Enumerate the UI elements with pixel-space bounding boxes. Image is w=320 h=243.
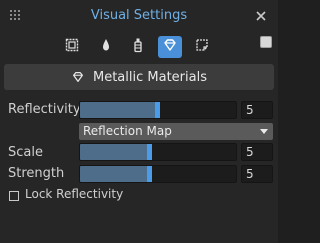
scale-label: Scale (8, 145, 43, 160)
strength-slider[interactable] (79, 165, 237, 183)
slider-fill (80, 144, 150, 160)
title-bar[interactable]: Visual Settings (0, 0, 278, 32)
slider-handle[interactable] (155, 102, 160, 118)
material-tool-button[interactable] (158, 36, 182, 58)
window-title: Visual Settings (90, 8, 188, 23)
slider-handle[interactable] (147, 144, 152, 160)
reflectivity-value-input[interactable]: 5 (241, 101, 273, 119)
lock-reflectivity-label: Lock Reflectivity (25, 187, 124, 201)
bottle-icon (130, 37, 146, 57)
chevron-down-icon (260, 129, 268, 134)
texture-tool-button[interactable] (60, 36, 84, 58)
strength-label: Strength (8, 166, 65, 181)
reflectivity-label: Reflectivity (8, 102, 81, 117)
section-title: Metallic Materials (93, 69, 207, 85)
close-icon[interactable] (254, 9, 268, 23)
bottle-tool-button[interactable] (126, 36, 150, 58)
texture-icon (64, 37, 80, 57)
select-value: Reflection Map (83, 124, 172, 138)
section-header-button[interactable]: Metallic Materials (4, 64, 274, 90)
drop-tool-button[interactable] (94, 36, 118, 58)
panel-toggle-checkbox[interactable] (260, 36, 272, 48)
slider-handle[interactable] (147, 166, 152, 182)
material-gem-icon (71, 70, 85, 84)
scale-slider[interactable] (79, 143, 237, 161)
strength-value-input[interactable]: 5 (241, 165, 273, 183)
slider-fill (80, 166, 150, 182)
stamp-icon (194, 37, 210, 57)
stamp-tool-button[interactable] (190, 36, 214, 58)
reflectivity-slider[interactable] (79, 101, 237, 119)
scale-value-input[interactable]: 5 (241, 143, 273, 161)
visual-settings-panel: Visual Settings Metallic Materials Refle… (0, 0, 278, 243)
reflection-map-select[interactable]: Reflection Map (79, 123, 273, 140)
drop-icon (98, 37, 114, 57)
slider-fill (80, 102, 158, 118)
lock-reflectivity-checkbox[interactable] (9, 191, 19, 201)
material-gem-icon (162, 37, 178, 57)
